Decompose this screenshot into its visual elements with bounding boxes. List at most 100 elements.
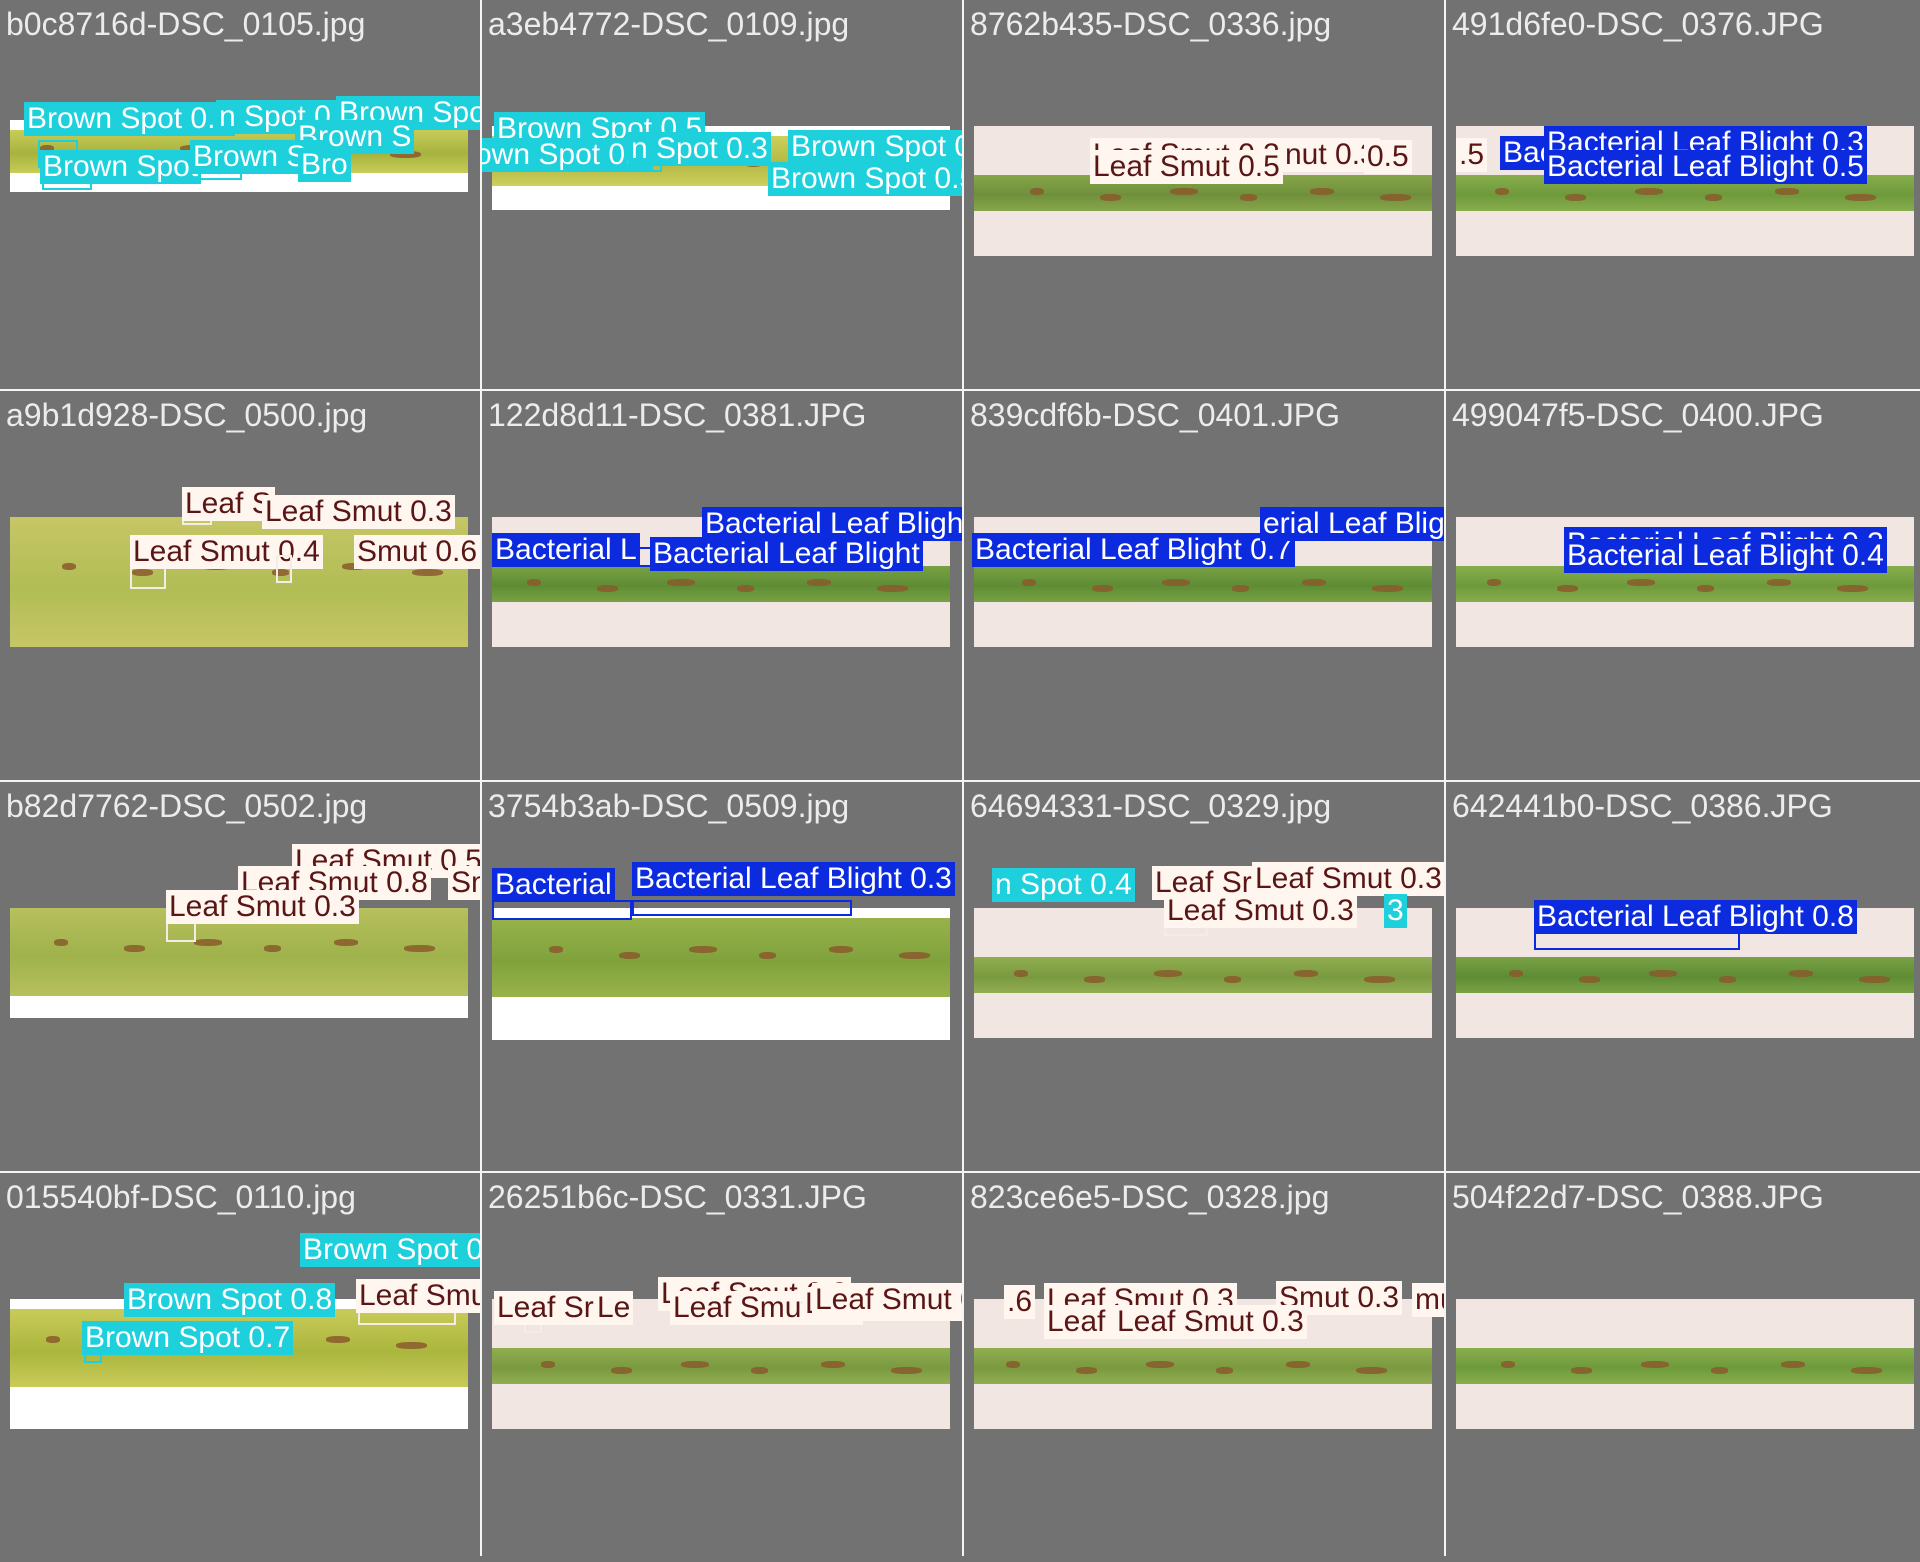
detection-label: erial Leaf Blight	[1260, 507, 1444, 541]
tile-filename: 499047f5-DSC_0400.JPG	[1452, 397, 1824, 433]
leaf-blade	[492, 1348, 950, 1384]
detection-label: Leaf Smut 0.5	[1090, 150, 1283, 184]
leaf-lesion	[1356, 1366, 1387, 1374]
leaf-lesion	[1565, 193, 1586, 201]
leaf-lesion	[1372, 584, 1403, 592]
image-tile[interactable]: 8762b435-DSC_0336.jpgLeaf Smut 0.3nut 0.…	[964, 0, 1444, 389]
leaf-blade	[974, 566, 1432, 602]
leaf-lesion	[1014, 969, 1028, 977]
detection-box	[276, 555, 292, 583]
leaf-photo	[10, 908, 468, 1018]
leaf-blade	[1456, 1348, 1914, 1384]
leaf-lesion	[689, 945, 717, 953]
leaf-lesion	[1697, 584, 1714, 592]
leaf-photo	[1456, 1299, 1914, 1429]
leaf-blade	[492, 566, 950, 602]
leaf-lesion	[264, 944, 281, 952]
image-tile[interactable]: 26251b6c-DSC_0331.JPG Leaf Sr Le Leaf Smut …	[482, 1173, 962, 1562]
leaf-lesion	[46, 1336, 60, 1344]
leaf-lesion	[1845, 193, 1876, 201]
detection-label: Bro	[298, 148, 351, 182]
image-tile[interactable]: a3eb4772-DSC_0109.jpg Brown Spot 0.5Brown…	[482, 0, 962, 389]
image-tile[interactable]: 499047f5-DSC_0400.JPG Bacterial Leaf Blig…	[1446, 391, 1920, 780]
leaf-lesion	[829, 945, 853, 953]
detection-box	[632, 900, 852, 916]
tile-filename: 64694331-DSC_0329.jpg	[970, 788, 1332, 824]
image-tile[interactable]: 491d6fe0-DSC_0376.JPG .5 Bac Bacterial Leaf…	[1446, 0, 1920, 389]
image-tile[interactable]: 64694331-DSC_0329.jpg n Spot 0.4 Leaf Sr Le…	[964, 782, 1444, 1171]
tile-filename: 3754b3ab-DSC_0509.jpg	[488, 788, 850, 824]
leaf-blade	[974, 957, 1432, 993]
leaf-blade	[492, 918, 950, 997]
detection-label: Leaf Smut 0.3	[1252, 862, 1444, 896]
detection-label: Smut 0.6	[354, 535, 480, 569]
leaf-lesion	[1837, 584, 1868, 592]
detection-label: .6	[1004, 1285, 1036, 1319]
detection-label: mut 0.4	[1412, 1283, 1444, 1317]
image-tile[interactable]: 122d8d11-DSC_0381.JPG Bacterial L Bacteria…	[482, 391, 962, 780]
detection-label: Bacterial Leaf Blight 0.8	[1534, 900, 1857, 934]
leaf-lesion	[412, 568, 443, 576]
grid-divider	[480, 0, 482, 1556]
leaf-lesion	[1216, 1366, 1233, 1374]
leaf-lesion	[54, 938, 68, 946]
image-tile[interactable]: 642441b0-DSC_0386.JPG Bacterial Leaf Blig…	[1446, 782, 1920, 1171]
detection-label: Leaf Smut 0.4	[130, 535, 323, 569]
leaf-lesion	[1022, 578, 1036, 586]
leaf-lesion	[877, 584, 908, 592]
tile-filename: b82d7762-DSC_0502.jpg	[6, 788, 368, 824]
leaf-lesion	[1635, 187, 1663, 195]
detection-label: Brown Spot 0.7	[24, 102, 236, 136]
detection-label: Leaf Smut 0.3	[1164, 894, 1357, 928]
leaf-lesion	[1781, 1360, 1805, 1368]
detection-label: .5	[1456, 138, 1488, 172]
image-tile[interactable]: 015540bf-DSC_0110.jpg Brown Spot 0.9 Brown…	[0, 1173, 480, 1562]
image-tile[interactable]: 504f22d7-DSC_0388.JPG	[1446, 1173, 1920, 1562]
detection-label: Brown Spot 0.5	[768, 162, 962, 196]
leaf-lesion	[1162, 578, 1190, 586]
leaf-blade	[1456, 957, 1914, 993]
image-tile[interactable]: 3754b3ab-DSC_0509.jpg Bacterial Bacterial …	[482, 782, 962, 1171]
detection-label: Leaf Smut 0.3	[262, 495, 455, 529]
leaf-lesion	[1501, 1360, 1515, 1368]
detection-label: Leaf Smut 0.9	[356, 1279, 480, 1313]
image-tile[interactable]: 839cdf6b-DSC_0401.JPG Bacterial Leaf Blig…	[964, 391, 1444, 780]
leaf-photo	[492, 908, 950, 1040]
leaf-lesion	[1557, 584, 1578, 592]
leaf-lesion	[1641, 1360, 1669, 1368]
leaf-lesion	[597, 584, 618, 592]
image-tile[interactable]: b82d7762-DSC_0502.jpg Leaf Smut 0.5 Leaf S…	[0, 782, 480, 1171]
detection-label: Bacterial Leaf Blight	[650, 537, 923, 571]
grid-divider	[962, 0, 964, 1556]
detection-label: Leaf Sr	[494, 1291, 597, 1325]
image-tile[interactable]: a9b1d928-DSC_0500.jpg Leaf S Leaf Smut 0.3…	[0, 391, 480, 780]
detection-label: Brown Spot 0.7	[82, 1321, 294, 1355]
leaf-lesion	[62, 562, 76, 570]
detection-label: Brown Spot 0.9	[300, 1233, 480, 1267]
leaf-blade	[974, 1348, 1432, 1384]
detection-label: Bacterial Leaf Blight 0.3	[632, 862, 955, 896]
leaf-lesion	[1487, 578, 1501, 586]
detection-label: Brown Spot 0.8	[788, 130, 962, 164]
leaf-lesion	[1851, 1366, 1882, 1374]
leaf-lesion	[1627, 578, 1655, 586]
leaf-lesion	[821, 1360, 845, 1368]
leaf-lesion	[611, 1366, 632, 1374]
tile-filename: 015540bf-DSC_0110.jpg	[6, 1179, 356, 1215]
leaf-lesion	[334, 938, 358, 946]
leaf-lesion	[1170, 187, 1198, 195]
detection-box	[492, 900, 632, 920]
tile-filename: 642441b0-DSC_0386.JPG	[1452, 788, 1833, 824]
leaf-lesion	[1364, 975, 1395, 983]
image-tile[interactable]: b0c8716d-DSC_0105.jpg Brown Spot 0.7 n Spo…	[0, 0, 480, 389]
leaf-lesion	[1579, 975, 1600, 983]
leaf-lesion	[807, 578, 831, 586]
tile-filename: 26251b6c-DSC_0331.JPG	[488, 1179, 867, 1215]
leaf-lesion	[124, 944, 145, 952]
leaf-lesion	[1859, 975, 1890, 983]
leaf-lesion	[527, 578, 541, 586]
leaf-lesion	[549, 945, 563, 953]
leaf-lesion	[1224, 975, 1241, 983]
image-tile[interactable]: 823ce6e5-DSC_0328.jpg .6 Leaf Smut 0.3 Smut…	[964, 1173, 1444, 1562]
detection-label: Bacterial L	[492, 533, 640, 567]
